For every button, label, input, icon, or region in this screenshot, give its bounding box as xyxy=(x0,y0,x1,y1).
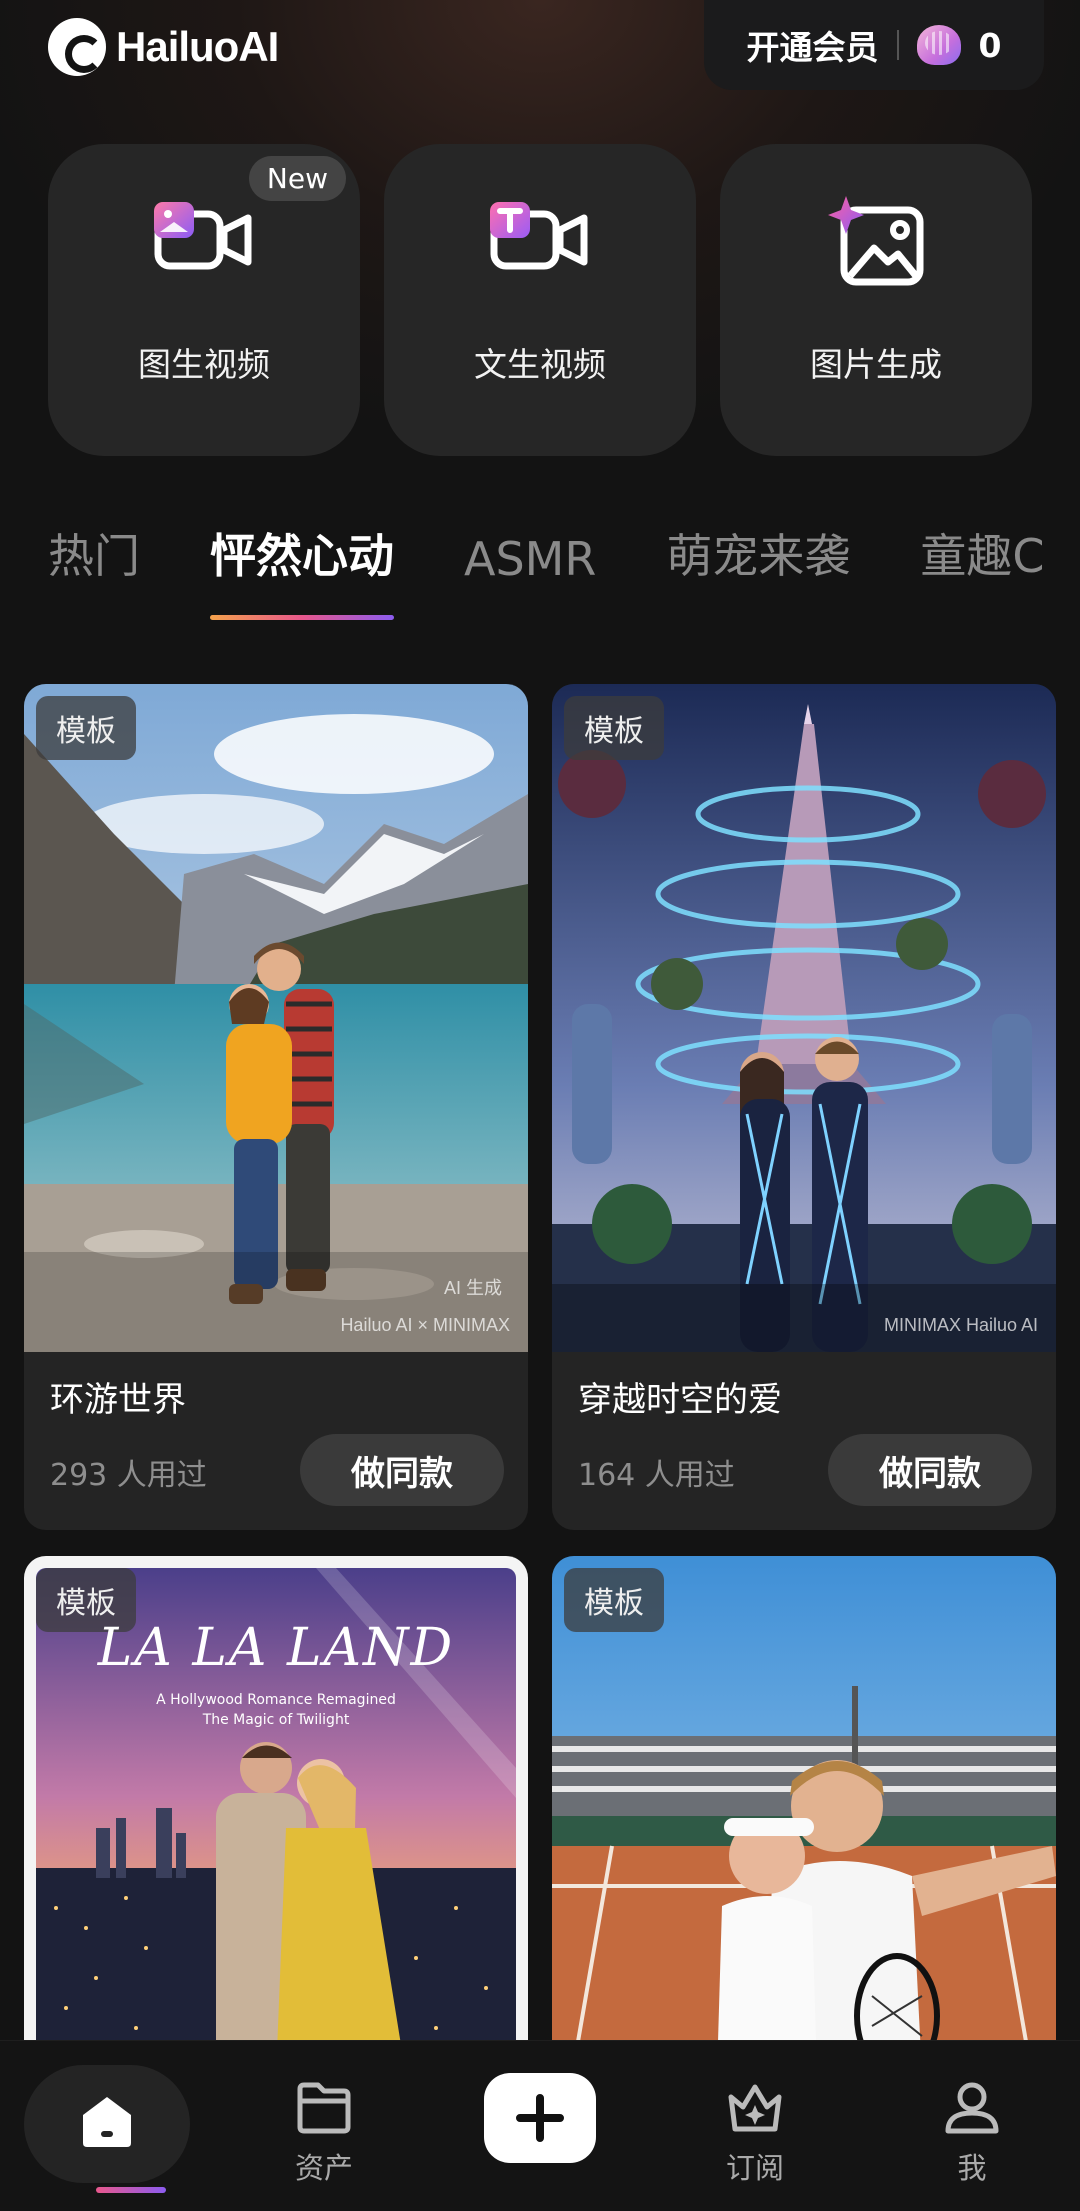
image-generate-icon xyxy=(828,196,924,286)
card-usage-count: 164 人用过 xyxy=(578,1458,735,1493)
logo-text: HailuoAI xyxy=(116,23,279,70)
nav-subscribe[interactable]: 订阅 xyxy=(680,2041,830,2211)
watermark: MINIMAX Hailuo AI xyxy=(883,1315,1038,1335)
divider xyxy=(896,30,899,60)
hailuo-logo: HailuoAI xyxy=(48,18,279,76)
tab-hot[interactable]: 热门 xyxy=(48,520,140,586)
card-image[interactable]: 模板 xyxy=(552,1556,1056,2076)
template-badge: 模板 xyxy=(564,1568,664,1632)
bottom-nav: 资产 订阅 我 xyxy=(0,2040,1080,2211)
new-badge: New xyxy=(248,156,346,201)
tool-label: 图片生成 xyxy=(810,345,942,384)
tab-heartbeat[interactable]: 怦然心动 xyxy=(210,520,394,620)
template-card[interactable]: 模板 LA LA LAND A Hollywood Romance Remagi… xyxy=(24,1556,528,2076)
poster-title: LA LA LAND xyxy=(97,1618,455,1678)
user-icon xyxy=(945,2082,999,2134)
template-badge: 模板 xyxy=(36,696,136,760)
create-button[interactable] xyxy=(484,2073,596,2163)
open-membership-button[interactable]: 开通会员 xyxy=(747,21,879,69)
nav-assets[interactable]: 资产 xyxy=(249,2041,399,2211)
watermark: Hailuo AI × MINIMAX xyxy=(340,1315,510,1335)
ai-label: AI 生成 xyxy=(443,1278,502,1298)
top-header: HailuoAI 开通会员 0 xyxy=(0,0,1080,110)
tool-text-to-video[interactable]: 文生视频 xyxy=(384,144,696,456)
make-same-button[interactable]: 做同款 xyxy=(300,1434,504,1506)
tab-pets[interactable]: 萌宠来袭 xyxy=(666,520,850,586)
image-video-icon xyxy=(154,202,252,270)
shell-icon xyxy=(916,25,961,65)
nav-home[interactable] xyxy=(24,2065,190,2193)
make-same-button[interactable]: 做同款 xyxy=(828,1434,1032,1506)
folder-icon xyxy=(297,2082,351,2134)
nav-label: 资产 xyxy=(294,2151,353,2185)
nav-me[interactable]: 我 xyxy=(897,2041,1047,2211)
tennis-couple-image xyxy=(552,1556,1056,2076)
tool-label: 文生视频 xyxy=(474,345,606,384)
crown-icon xyxy=(728,2084,782,2132)
lake-couple-image xyxy=(24,684,528,1352)
shell-count: 0 xyxy=(978,25,1002,65)
card-image[interactable]: 模板 MINIMAX Hailuo AI xyxy=(552,684,1056,1352)
home-icon xyxy=(83,2097,131,2147)
tool-image-to-video[interactable]: New 图生视频 xyxy=(48,144,360,456)
active-nav-indicator xyxy=(96,2187,166,2193)
nav-label: 订阅 xyxy=(725,2151,784,2185)
card-image[interactable]: 模板 LA LA LAND A Hollywood Romance Remagi… xyxy=(36,1568,516,2076)
template-card[interactable]: 模板 AI 生成 Hailuo AI × MINIMAX 环游世界 293 人用… xyxy=(24,684,528,1530)
template-card[interactable]: 模板 xyxy=(552,1556,1056,2076)
tab-asmr[interactable]: ASMR xyxy=(464,532,596,586)
poster-subtitle: The Magic of Twilight xyxy=(202,1712,350,1728)
tool-label: 图生视频 xyxy=(138,345,270,384)
card-title: 穿越时空的爱 xyxy=(578,1380,782,1420)
tab-label: 怦然心动 xyxy=(210,529,394,583)
poster-subtitle: A Hollywood Romance Remagined xyxy=(156,1692,396,1708)
eiffel-couple-image xyxy=(552,684,1056,1352)
text-video-icon xyxy=(490,202,588,270)
card-image[interactable]: 模板 AI 生成 Hailuo AI × MINIMAX xyxy=(24,684,528,1352)
active-tab-indicator xyxy=(210,615,394,620)
template-card[interactable]: 模板 MINIMAX Hailuo AI 穿越时空的爱 164 人用过 做同款 xyxy=(552,684,1056,1530)
tab-kids[interactable]: 童趣C xyxy=(920,520,1044,586)
tool-image-generation[interactable]: 图片生成 xyxy=(720,144,1032,456)
creation-tools: New 图生视频 文生视频 图片生成 xyxy=(48,144,1032,456)
nav-label: 我 xyxy=(957,2151,987,2185)
card-title: 环游世界 xyxy=(50,1380,186,1420)
category-tabs: 热门 怦然心动 ASMR 萌宠来袭 童趣C xyxy=(48,520,1044,620)
logo-icon xyxy=(48,18,106,76)
card-usage-count: 293 人用过 xyxy=(50,1458,207,1493)
plus-icon xyxy=(516,2094,564,2142)
vip-bar[interactable]: 开通会员 0 xyxy=(704,0,1044,90)
template-badge: 模板 xyxy=(564,696,664,760)
